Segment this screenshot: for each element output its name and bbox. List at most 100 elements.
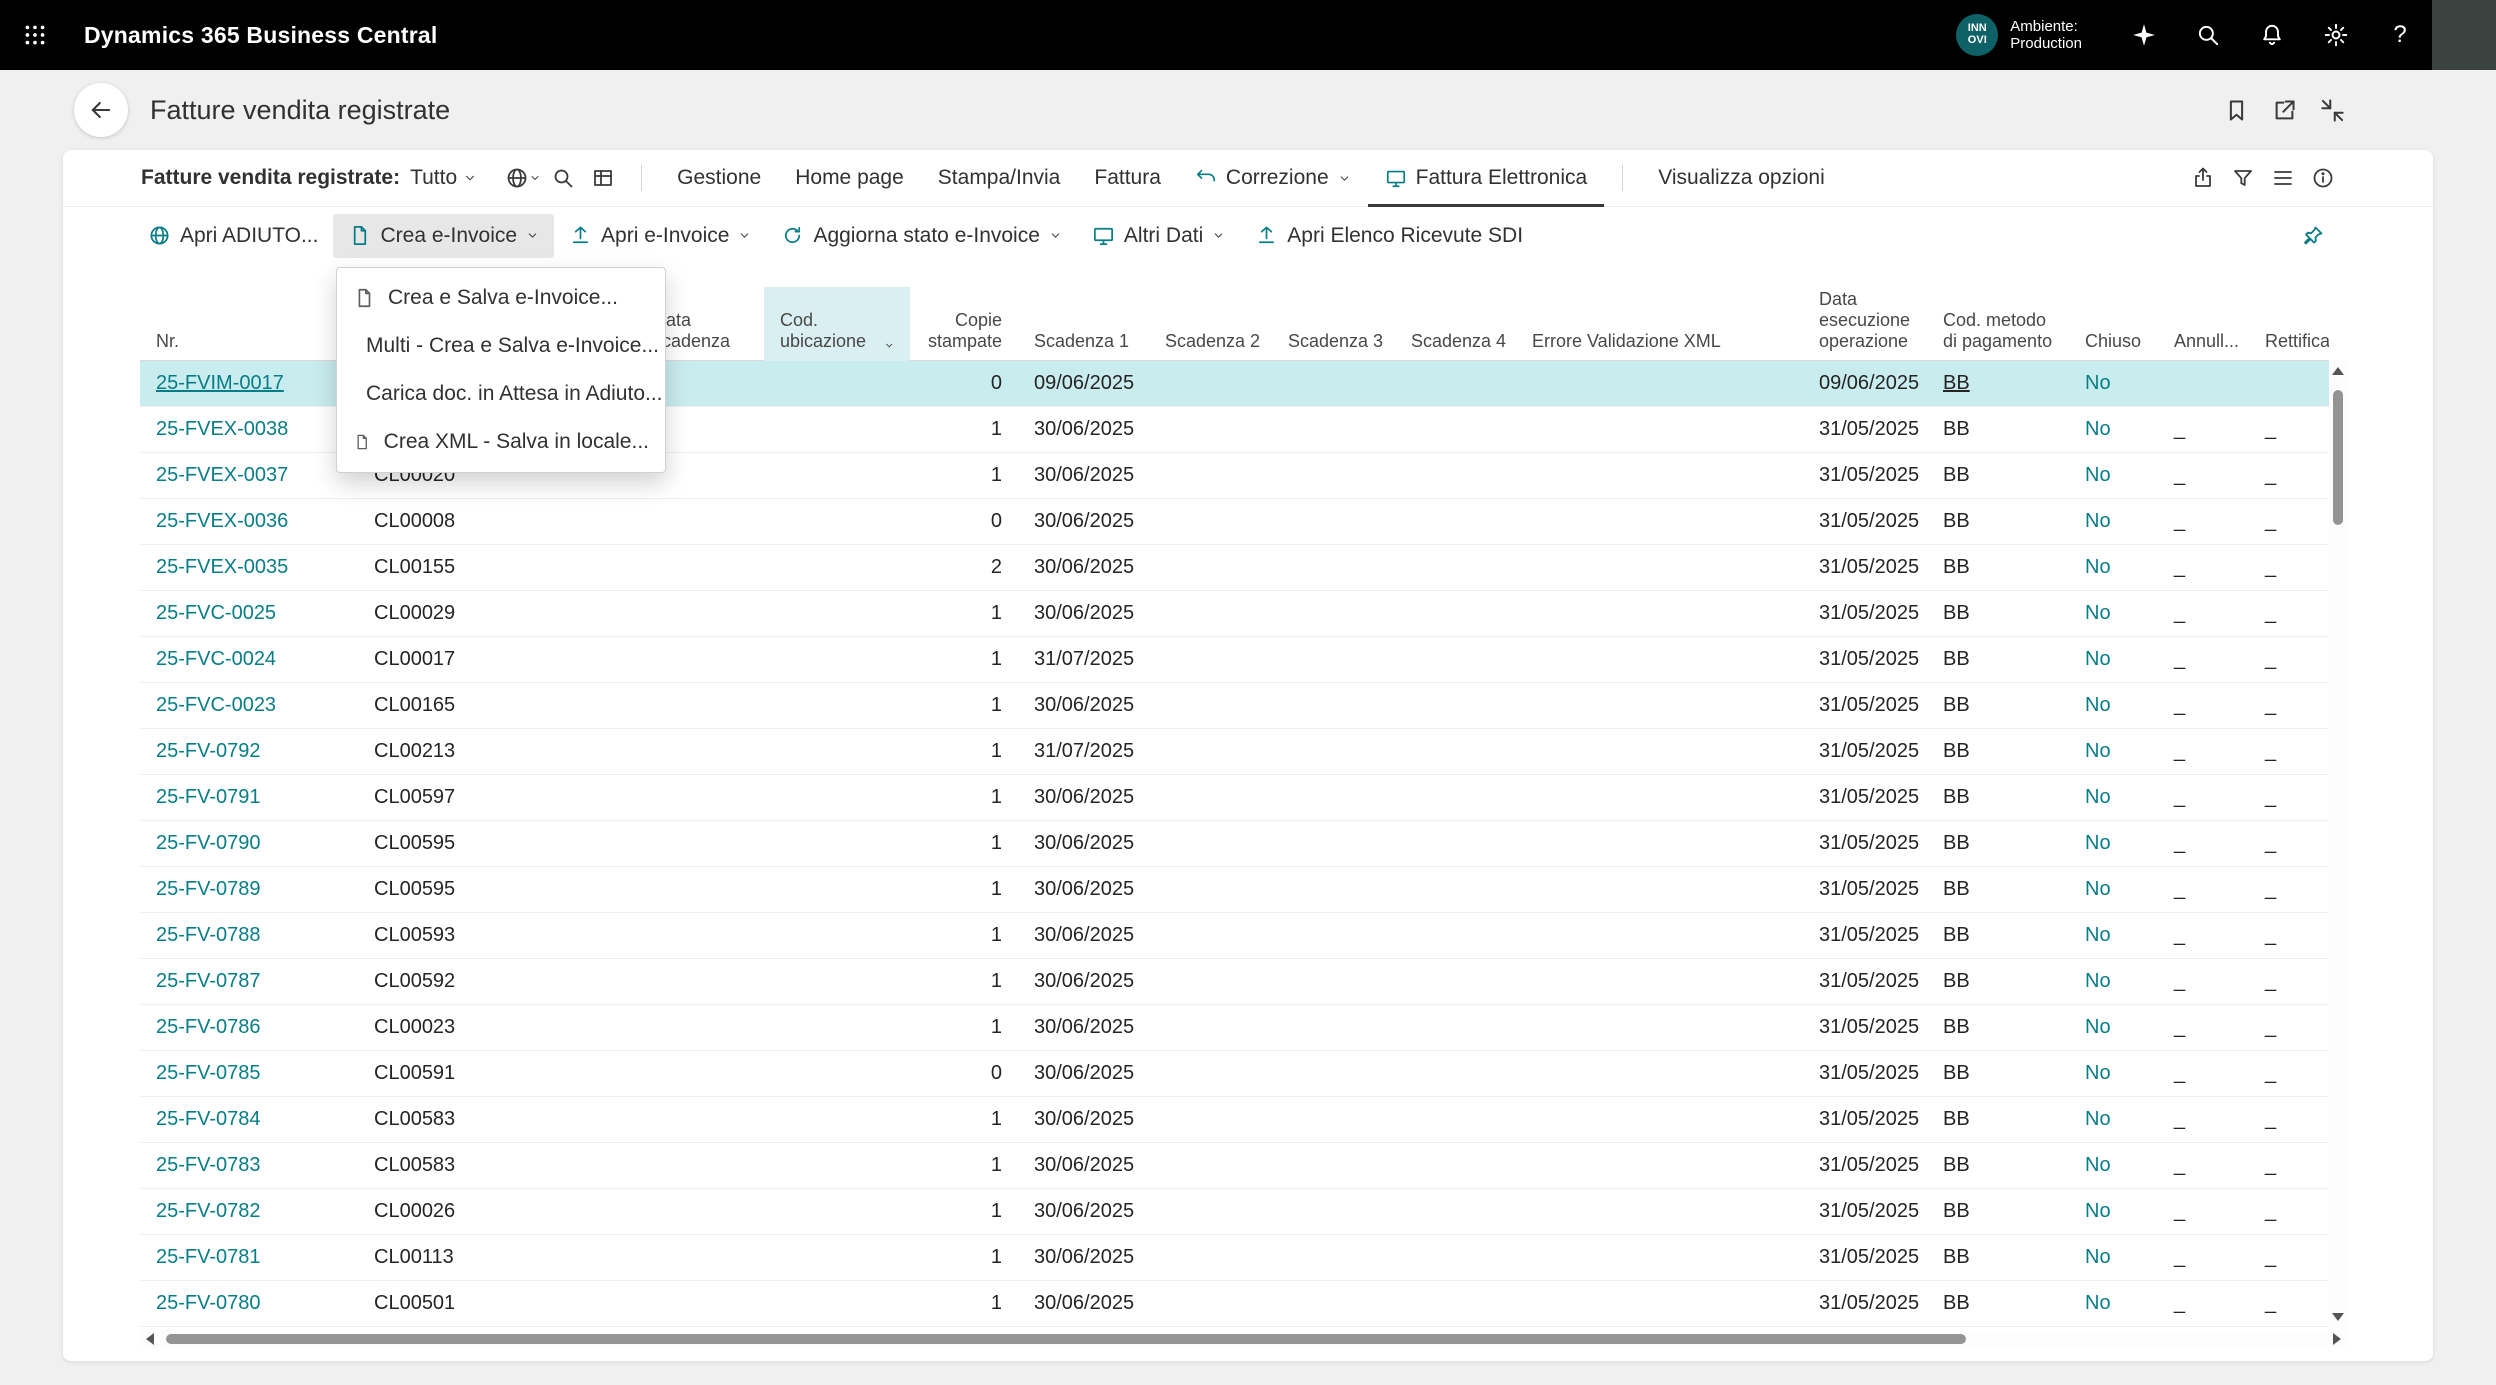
cell-cod-metodo[interactable]: BB (1927, 694, 2069, 717)
table-row[interactable]: 25-FV-0791 CL00597 1 30/06/2025 31/05/20… (140, 775, 2329, 821)
action-aggiorna-stato-einvoice[interactable]: Aggiorna stato e-Invoice (766, 214, 1076, 258)
cell-scadenza-1[interactable]: 30/06/2025 (1018, 510, 1149, 533)
cell-cod-metodo[interactable]: BB (1927, 1016, 2069, 1039)
cell-customer-code[interactable]: CL00008 (358, 510, 637, 533)
action-apri-adiuto[interactable]: Apri ADIUTO... (133, 214, 333, 258)
dropdown-item-crea-xml-salva-locale[interactable]: Crea XML - Salva in locale... (337, 418, 665, 466)
scroll-right-arrow[interactable] (2333, 1333, 2341, 1345)
menu-item-fattura[interactable]: Fattura (1077, 150, 1178, 207)
cell-cod-metodo[interactable]: BB (1927, 602, 2069, 625)
invoice-number-link[interactable]: 25-FV-0787 (140, 970, 358, 993)
cell-copie-stampate[interactable]: 1 (910, 740, 1018, 763)
cell-customer-code[interactable]: CL00165 (358, 694, 637, 717)
cell-data-esecuzione[interactable]: 31/05/2025 (1803, 648, 1927, 671)
cell-customer-code[interactable]: CL00501 (358, 1292, 637, 1315)
cell-cod-metodo[interactable]: BB (1927, 1062, 2069, 1085)
invoice-number-link[interactable]: 25-FV-0790 (140, 832, 358, 855)
cell-annullata[interactable]: _ (2158, 418, 2249, 441)
table-row[interactable]: 25-FVEX-0035 CL00155 2 30/06/2025 31/05/… (140, 545, 2329, 591)
cell-customer-code[interactable]: CL00593 (358, 924, 637, 947)
cell-annullata[interactable]: _ (2158, 1062, 2249, 1085)
cell-chiuso[interactable]: No (2069, 1016, 2158, 1039)
cell-chiuso[interactable]: No (2069, 648, 2158, 671)
invoice-number-link[interactable]: 25-FVEX-0038 (140, 418, 358, 441)
action-apri-elenco-ricevute-sdi[interactable]: Apri Elenco Ricevute SDI (1240, 214, 1538, 258)
menu-item-stampa-invia[interactable]: Stampa/Invia (921, 150, 1078, 207)
table-row[interactable]: 25-FV-0781 CL00113 1 30/06/2025 31/05/20… (140, 1235, 2329, 1281)
cell-cod-metodo[interactable]: BB (1927, 418, 2069, 441)
cell-copie-stampate[interactable]: 1 (910, 1154, 1018, 1177)
app-title[interactable]: Dynamics 365 Business Central (84, 22, 438, 49)
cell-annullata[interactable]: _ (2158, 786, 2249, 809)
cell-scadenza-1[interactable]: 30/06/2025 (1018, 924, 1149, 947)
cell-copie-stampate[interactable]: 1 (910, 602, 1018, 625)
cell-chiuso[interactable]: No (2069, 1200, 2158, 1223)
back-button[interactable] (74, 83, 128, 137)
cell-annullata[interactable]: _ (2158, 1200, 2249, 1223)
cell-data-esecuzione[interactable]: 31/05/2025 (1803, 924, 1927, 947)
cell-cod-metodo[interactable]: BB (1927, 1200, 2069, 1223)
cell-data-esecuzione[interactable]: 31/05/2025 (1803, 832, 1927, 855)
vertical-scrollbar[interactable] (2329, 361, 2347, 1327)
cell-chiuso[interactable]: No (2069, 418, 2158, 441)
cell-copie-stampate[interactable]: 1 (910, 464, 1018, 487)
cell-annullata[interactable]: _ (2158, 1154, 2249, 1177)
cell-chiuso[interactable]: No (2069, 556, 2158, 579)
filter-button[interactable] (2223, 158, 2263, 198)
invoice-number-link[interactable]: 25-FV-0786 (140, 1016, 358, 1039)
cell-data-esecuzione[interactable]: 31/05/2025 (1803, 556, 1927, 579)
cell-data-esecuzione[interactable]: 31/05/2025 (1803, 878, 1927, 901)
cell-chiuso[interactable]: No (2069, 372, 2158, 395)
table-row[interactable]: 25-FV-0788 CL00593 1 30/06/2025 31/05/20… (140, 913, 2329, 959)
invoice-number-link[interactable]: 25-FV-0791 (140, 786, 358, 809)
cell-copie-stampate[interactable]: 0 (910, 372, 1018, 395)
table-row[interactable]: 25-FV-0785 CL00591 0 30/06/2025 31/05/20… (140, 1051, 2329, 1097)
invoice-number-link[interactable]: 25-FVC-0023 (140, 694, 358, 717)
invoice-number-link[interactable]: 25-FVEX-0036 (140, 510, 358, 533)
cell-scadenza-1[interactable]: 30/06/2025 (1018, 786, 1149, 809)
open-in-new-window-button[interactable] (2260, 86, 2308, 134)
cell-cod-metodo[interactable]: BB (1927, 464, 2069, 487)
cell-customer-code[interactable]: CL00023 (358, 1016, 637, 1039)
cell-chiuso[interactable]: No (2069, 740, 2158, 763)
cell-rettifica[interactable]: _ (2249, 1246, 2329, 1269)
vertical-scrollbar-thumb[interactable] (2333, 390, 2343, 525)
cell-scadenza-1[interactable]: 30/06/2025 (1018, 418, 1149, 441)
invoice-number-link[interactable]: 25-FVC-0024 (140, 648, 358, 671)
cell-chiuso[interactable]: No (2069, 970, 2158, 993)
action-crea-einvoice[interactable]: Crea e-Invoice (333, 214, 554, 258)
cell-customer-code[interactable]: CL00591 (358, 1062, 637, 1085)
cell-copie-stampate[interactable]: 1 (910, 878, 1018, 901)
cell-data-esecuzione[interactable]: 31/05/2025 (1803, 464, 1927, 487)
cell-rettifica[interactable]: _ (2249, 786, 2329, 809)
menu-item-visualizza-opzioni[interactable]: Visualizza opzioni (1641, 150, 1842, 207)
cell-scadenza-1[interactable]: 30/06/2025 (1018, 694, 1149, 717)
dropdown-item-carica-doc-adiuto[interactable]: Carica doc. in Attesa in Adiuto... (337, 370, 665, 418)
cell-annullata[interactable]: _ (2158, 556, 2249, 579)
table-row[interactable]: 25-FV-0787 CL00592 1 30/06/2025 31/05/20… (140, 959, 2329, 1005)
cell-copie-stampate[interactable]: 1 (910, 1108, 1018, 1131)
invoice-number-link[interactable]: 25-FV-0784 (140, 1108, 358, 1131)
cell-rettifica[interactable]: _ (2249, 740, 2329, 763)
cell-chiuso[interactable]: No (2069, 510, 2158, 533)
info-button[interactable] (2303, 158, 2343, 198)
cell-data-esecuzione[interactable]: 31/05/2025 (1803, 740, 1927, 763)
cell-data-esecuzione[interactable]: 09/06/2025 (1803, 372, 1927, 395)
cell-chiuso[interactable]: No (2069, 1154, 2158, 1177)
cell-chiuso[interactable]: No (2069, 786, 2158, 809)
cell-data-esecuzione[interactable]: 31/05/2025 (1803, 1062, 1927, 1085)
cell-cod-metodo[interactable]: BB (1927, 786, 2069, 809)
cell-copie-stampate[interactable]: 1 (910, 418, 1018, 441)
list-view-button[interactable] (2263, 158, 2303, 198)
scroll-up-arrow[interactable] (2332, 367, 2344, 375)
column-header-scadenza-1[interactable]: Scadenza 1 (1018, 331, 1149, 361)
cell-data-esecuzione[interactable]: 31/05/2025 (1803, 1200, 1927, 1223)
column-header-rettifica[interactable]: Rettifica (2249, 331, 2329, 361)
column-header-nr[interactable]: Nr. (140, 331, 358, 361)
menu-item-correzione[interactable]: Correzione (1178, 150, 1368, 207)
invoice-number-link[interactable]: 25-FVEX-0035 (140, 556, 358, 579)
cell-chiuso[interactable]: No (2069, 602, 2158, 625)
cell-data-esecuzione[interactable]: 31/05/2025 (1803, 602, 1927, 625)
cell-rettifica[interactable]: _ (2249, 1016, 2329, 1039)
help-button[interactable]: ? (2368, 0, 2432, 70)
